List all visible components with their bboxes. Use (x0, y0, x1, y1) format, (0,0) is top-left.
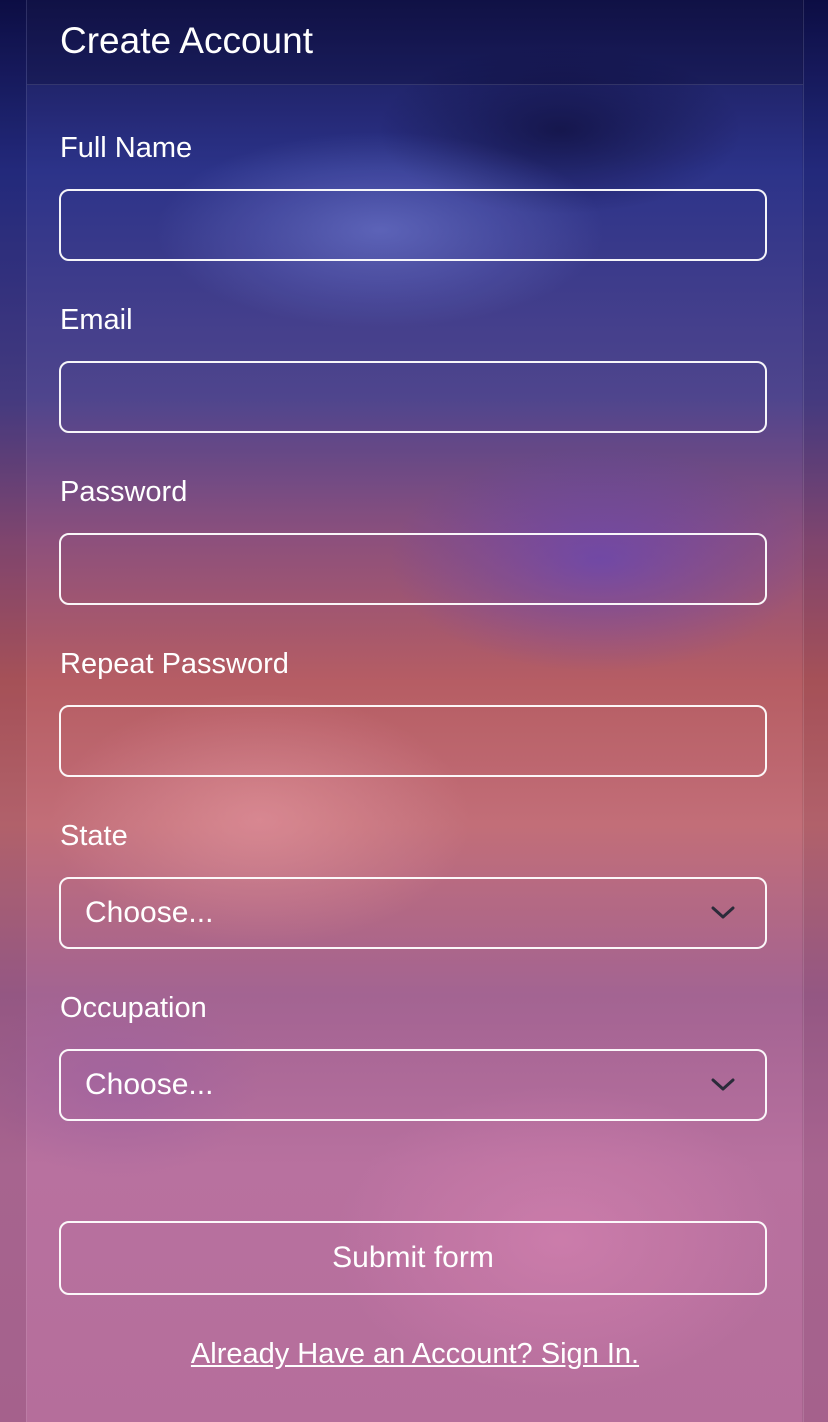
repeat-password-input[interactable] (59, 705, 767, 777)
occupation-select[interactable]: Choose... (59, 1049, 767, 1121)
state-select[interactable]: Choose... (59, 877, 767, 949)
repeat-password-label: Repeat Password (60, 648, 289, 680)
password-input[interactable] (59, 533, 767, 605)
page-title: Create Account (60, 20, 313, 61)
state-select-value: Choose... (85, 896, 214, 929)
card-header: Create Account (27, 0, 803, 85)
background-edge-right (802, 0, 828, 1422)
full-name-label: Full Name (60, 132, 193, 164)
occupation-select-value: Choose... (85, 1068, 214, 1101)
chevron-down-icon (711, 906, 735, 920)
email-input[interactable] (59, 361, 767, 433)
create-account-card: Create Account Full Name Email Password … (26, 0, 804, 1422)
background-edge-left (0, 0, 26, 1422)
sign-in-link[interactable]: Already Have an Account? Sign In. (27, 1338, 803, 1371)
occupation-label: Occupation (60, 992, 207, 1024)
chevron-down-icon (711, 1078, 735, 1092)
state-label: State (60, 820, 128, 852)
password-label: Password (60, 476, 188, 508)
submit-form-button[interactable]: Submit form (59, 1221, 767, 1295)
full-name-input[interactable] (59, 189, 767, 261)
email-label: Email (60, 304, 133, 336)
